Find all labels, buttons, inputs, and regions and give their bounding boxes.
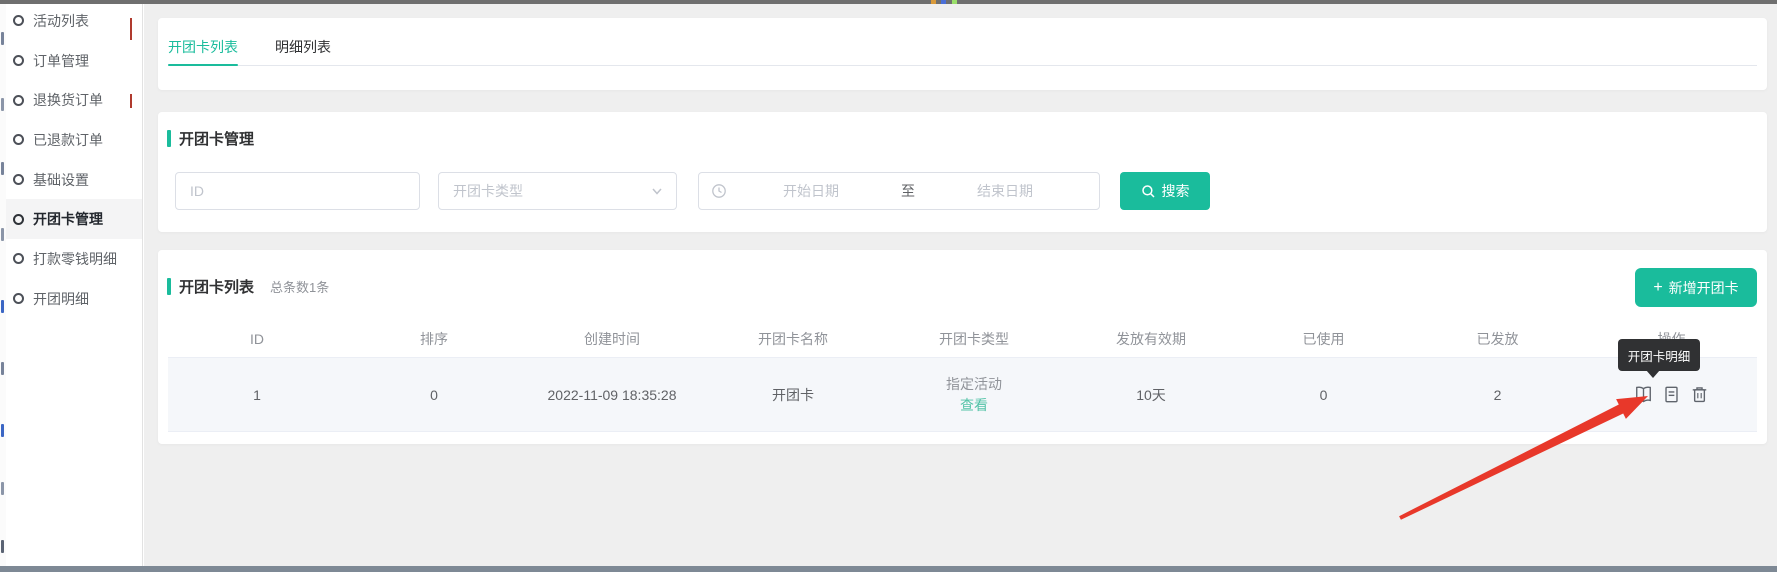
date-start-placeholder[interactable]: 开始日期 [727,181,895,201]
table-header-row: ID 排序 创建时间 开团卡名称 开团卡类型 发放有效期 已使用 已发放 操作 [168,320,1757,358]
view-link[interactable]: 查看 [884,394,1064,416]
text-fragment [1,228,4,241]
sidebar-item-order-management[interactable]: 订单管理 [6,41,142,81]
sidebar-item-label: 基础设置 [33,170,89,190]
text-fragment [1,162,4,175]
date-separator: 至 [895,181,921,201]
edit-document-icon[interactable] [1662,385,1681,404]
sidebar-item-label: 活动列表 [33,11,89,31]
sidebar-item-label: 打款零钱明细 [33,249,117,269]
sidebar-item-label: 开团卡管理 [33,209,103,229]
topbar-pixel-artifact [952,0,957,4]
filter-card: 开团卡管理 开团卡类型 开始日期 至 结束日期 [158,112,1767,232]
cell-sort: 0 [346,387,522,403]
column-header-created: 创建时间 [522,329,702,349]
tabs-card: 开团卡列表 明细列表 [158,18,1767,90]
main-content: 开团卡列表 明细列表 开团卡管理 开团卡类型 开始日期 [144,4,1777,566]
text-fragment [1,424,4,437]
cell-actions [1586,385,1757,404]
groupcard-detail-book-icon[interactable] [1634,385,1653,404]
column-header-type: 开团卡类型 [884,329,1064,349]
edge-artifact [130,18,132,40]
add-groupcard-button[interactable]: + 新增开团卡 [1635,268,1757,307]
tooltip-text: 开团卡明细 [1628,346,1691,365]
tab-detail-list[interactable]: 明细列表 [275,37,345,57]
cell-name: 开团卡 [702,385,884,405]
tabs-divider [168,65,1757,66]
column-header-issued: 已发放 [1409,329,1586,349]
cell-type: 指定活动 查看 [884,374,1064,416]
tooltip: 开团卡明细 [1618,339,1700,371]
sidebar-item-label: 订单管理 [33,51,89,71]
date-end-placeholder[interactable]: 结束日期 [921,181,1089,201]
column-header-validity: 发放有效期 [1064,329,1238,349]
text-fragment [1,482,4,495]
sidebar-item-group-detail[interactable]: 开团明细 [6,279,142,319]
text-fragment [1,362,4,375]
card-type-select-placeholder: 开团卡类型 [453,181,650,201]
search-button[interactable]: 搜索 [1120,172,1210,210]
topbar-pixel-artifact [941,0,946,4]
radio-circle-icon [13,55,24,66]
cell-issued: 2 [1409,387,1586,403]
sidebar-item-groupcard-management[interactable]: 开团卡管理 [6,199,142,239]
radio-circle-icon [13,174,24,185]
id-input[interactable] [175,172,420,210]
column-header-name: 开团卡名称 [702,329,884,349]
column-header-sort: 排序 [346,329,522,349]
add-groupcard-button-label: 新增开团卡 [1669,278,1739,298]
cell-created: 2022-11-09 18:35:28 [522,387,702,403]
chevron-down-icon [650,184,664,198]
cell-id: 1 [168,387,346,403]
search-icon [1141,184,1156,199]
cell-validity: 10天 [1064,385,1238,405]
search-button-label: 搜索 [1162,181,1190,201]
text-fragment [1,98,4,111]
sidebar-item-label: 已退款订单 [33,130,103,150]
sidebar-item-label: 开团明细 [33,289,89,309]
radio-circle-icon [13,134,24,145]
sidebar-item-basic-settings[interactable]: 基础设置 [6,160,142,200]
list-section-title: 开团卡列表 [179,276,254,297]
type-text: 指定活动 [884,374,1064,394]
sidebar: 活动列表 订单管理 退换货订单 已退款订单 基础设置 开团卡管理 打款零钱明细 [6,4,143,566]
list-card: 开团卡列表 总条数1条 + 新增开团卡 ID 排序 创建时间 开团卡名称 开团卡… [158,250,1767,444]
section-accent-bar [167,278,171,295]
text-fragment [1,32,4,45]
radio-circle-icon [13,214,24,225]
tab-groupcard-list[interactable]: 开团卡列表 [168,37,238,57]
topbar-pixel-artifact [931,0,936,4]
date-range-picker[interactable]: 开始日期 至 结束日期 [698,172,1100,210]
cutoff-left-strip [0,4,6,566]
text-fragment [1,300,4,313]
sidebar-item-label: 退换货订单 [33,90,103,110]
plus-icon: + [1653,279,1662,297]
edge-artifact [130,94,132,108]
radio-circle-icon [13,95,24,106]
sidebar-item-refunded-orders[interactable]: 已退款订单 [6,120,142,160]
cell-used: 0 [1238,387,1409,403]
radio-circle-icon [13,253,24,264]
sidebar-item-return-orders[interactable]: 退换货订单 [6,80,142,120]
filter-section-title: 开团卡管理 [179,128,254,149]
radio-circle-icon [13,15,24,26]
column-header-id: ID [168,331,346,347]
delete-trash-icon[interactable] [1690,385,1709,404]
active-tab-underline [168,64,238,66]
column-header-used: 已使用 [1238,329,1409,349]
radio-circle-icon [13,293,24,304]
browser-top-edge [0,0,1777,4]
sidebar-item-payment-detail[interactable]: 打款零钱明细 [6,239,142,279]
clock-icon [711,183,727,199]
sidebar-item-activity-list[interactable]: 活动列表 [6,4,142,41]
tooltip-arrow [1646,370,1660,378]
section-accent-bar [167,130,171,147]
text-fragment [1,540,4,553]
window-bottom-edge [0,566,1777,572]
total-count-text: 总条数1条 [270,277,329,296]
table-row: 1 0 2022-11-09 18:35:28 开团卡 指定活动 查看 10天 … [168,358,1757,432]
groupcard-table: ID 排序 创建时间 开团卡名称 开团卡类型 发放有效期 已使用 已发放 操作 … [168,320,1757,432]
card-type-select[interactable]: 开团卡类型 [438,172,677,210]
